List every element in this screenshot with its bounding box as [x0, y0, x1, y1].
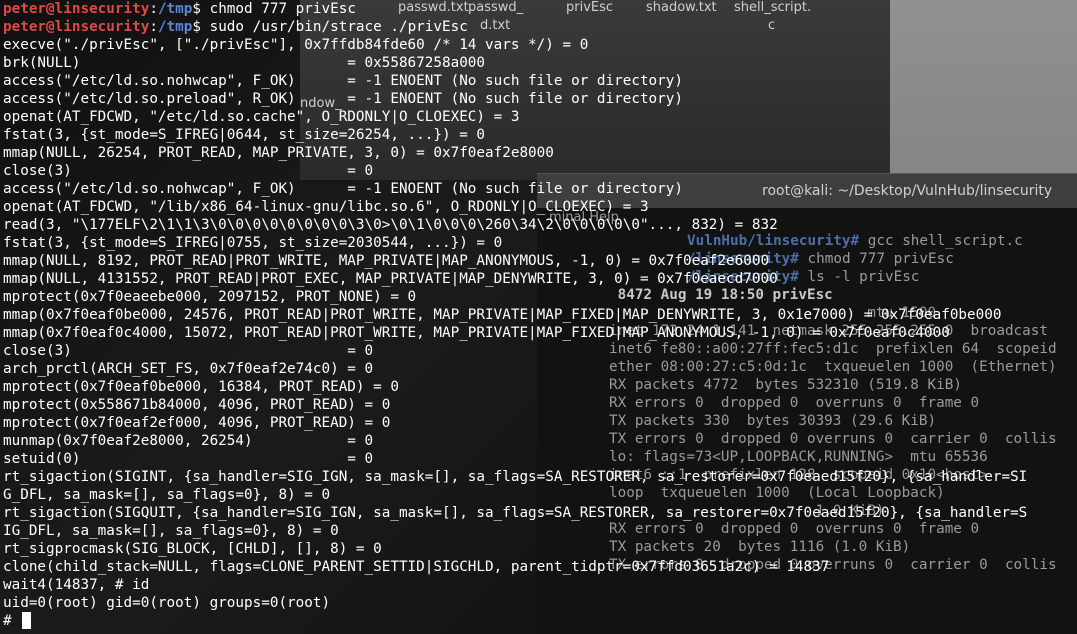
output-line: fstat(3, {st_mode=S_IFREG|0644, st_size=… [3, 127, 486, 143]
output-line: IG_DFL, sa_mask=[], sa_flags=0}, 8) = 0 [3, 523, 339, 539]
output-line: wait4(14837, # id [3, 577, 150, 593]
desktop: passwd.txt passwd_ privEsc shadow.txt sh… [0, 0, 1077, 634]
output-line: close(3) = 0 [3, 163, 374, 179]
root-prompt-line[interactable]: # [3, 612, 32, 630]
output-line: openat(AT_FDCWD, "/lib/x86_64-linux-gnu/… [3, 199, 649, 215]
text-cursor [22, 612, 32, 629]
output-line: close(3) = 0 [3, 343, 374, 359]
output-line: mprotect(0x7f0eaf2ef000, 4096, PROT_READ… [3, 415, 391, 431]
output-line: execve("./privEsc", ["./privEsc"], 0x7ff… [3, 37, 589, 53]
output-line: mprotect(0x7f0eaeebe000, 2097152, PROT_N… [3, 289, 417, 305]
output-line: rt_sigprocmask(SIG_BLOCK, [CHLD], [], 8)… [3, 541, 382, 557]
prompt-user: peter@linsecurity [3, 1, 150, 17]
output-line: brk(NULL) = 0x55867258a000 [3, 55, 486, 71]
prompt-path: /tmp [157, 19, 193, 35]
output-line: fstat(3, {st_mode=S_IFREG|0755, st_size=… [3, 235, 503, 251]
output-line: access("/etc/ld.so.nohwcap", F_OK) = -1 … [3, 181, 683, 197]
output-line: access("/etc/ld.so.nohwcap", F_OK) = -1 … [3, 73, 683, 89]
output-line: openat(AT_FDCWD, "/etc/ld.so.cache", O_R… [3, 109, 520, 125]
output-line: mmap(NULL, 4131552, PROT_READ|PROT_EXEC,… [3, 271, 778, 287]
prompt-path: /tmp [157, 1, 193, 17]
output-line: mprotect(0x7f0eaf0be000, 16384, PROT_REA… [3, 379, 399, 395]
output-line: setuid(0) = 0 [3, 451, 374, 467]
output-line: uid=0(root) gid=0(root) groups=0(root) [3, 595, 331, 611]
main-terminal[interactable]: peter@linsecurity:/tmp$ chmod 777 privEs… [0, 0, 1077, 634]
output-line: mmap(NULL, 26254, PROT_READ, MAP_PRIVATE… [3, 145, 554, 161]
output-line: arch_prctl(ARCH_SET_FS, 0x7f0eaf2e74c0) … [3, 361, 374, 377]
output-line: rt_sigaction(SIGQUIT, {sa_handler=SIG_IG… [3, 505, 1028, 521]
output-line: munmap(0x7f0eaf2e8000, 26254) = 0 [3, 433, 374, 449]
output-line: read(3, "\177ELF\2\1\1\3\0\0\0\0\0\0\0\0… [3, 217, 778, 233]
output-line: mmap(NULL, 8192, PROT_READ|PROT_WRITE, M… [3, 253, 770, 269]
command-line-1: peter@linsecurity:/tmp$ chmod 777 privEs… [3, 1, 356, 17]
output-line: mprotect(0x558671b84000, 4096, PROT_READ… [3, 397, 391, 413]
command-text: sudo /usr/bin/strace ./privEsc [209, 19, 468, 35]
prompt-user: peter@linsecurity [3, 19, 150, 35]
output-line: mmap(0x7f0eaf0be000, 24576, PROT_READ|PR… [3, 307, 1002, 323]
root-prompt: # [3, 613, 21, 629]
output-line: G_DFL, sa_mask=[], sa_flags=0}, 8) = 0 [3, 487, 331, 503]
output-line: rt_sigaction(SIGINT, {sa_handler=SIG_IGN… [3, 469, 1028, 485]
output-line: clone(child_stack=NULL, flags=CLONE_PARE… [3, 559, 830, 575]
command-line-2: peter@linsecurity:/tmp$ sudo /usr/bin/st… [3, 19, 468, 35]
command-text: chmod 777 privEsc [209, 1, 356, 17]
output-line: access("/etc/ld.so.preload", R_OK) = -1 … [3, 91, 683, 107]
output-line: mmap(0x7f0eaf0c4000, 15072, PROT_READ|PR… [3, 325, 950, 341]
